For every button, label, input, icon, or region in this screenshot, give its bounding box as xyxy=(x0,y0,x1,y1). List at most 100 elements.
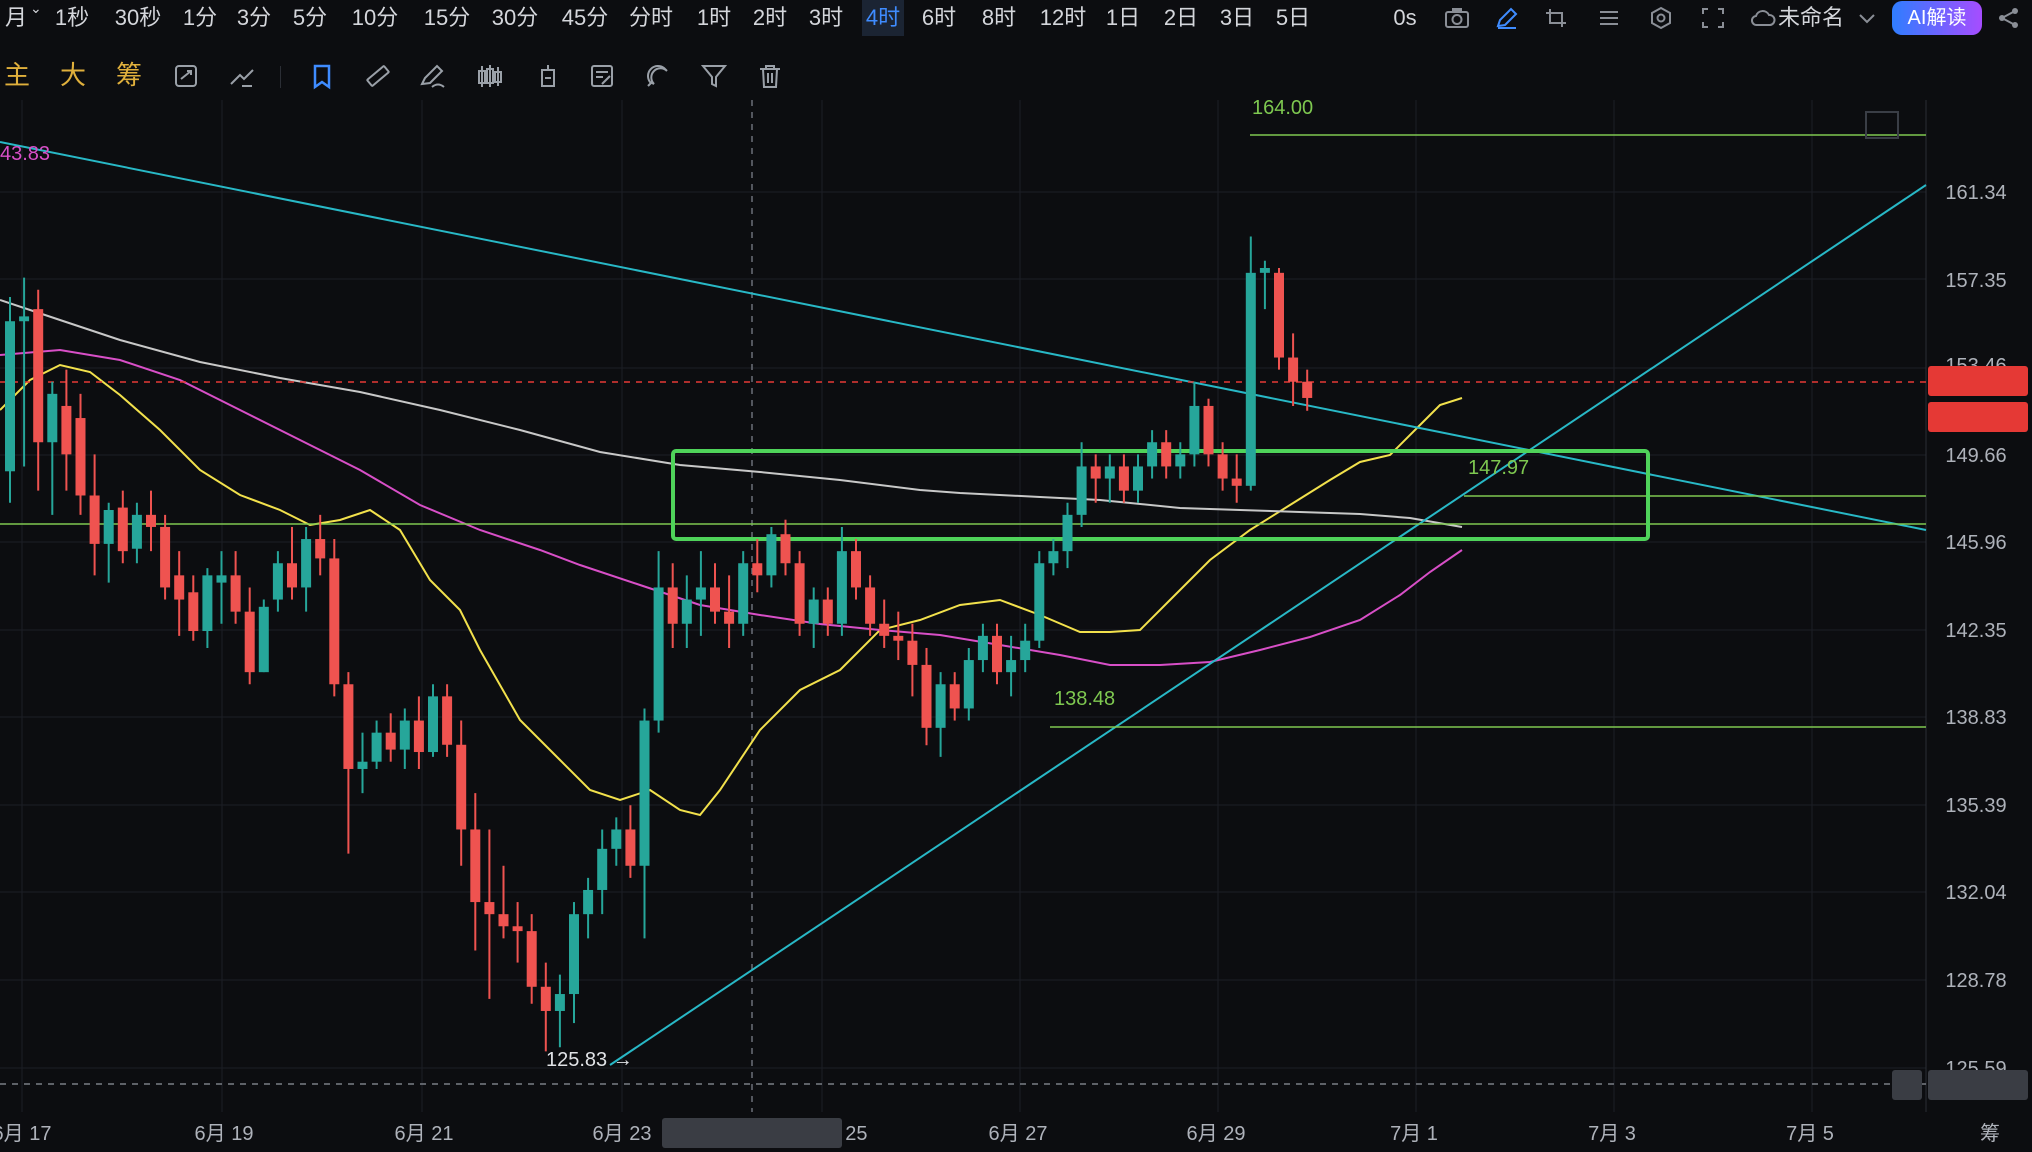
candle-06-18 12 xyxy=(202,568,213,648)
interval-14[interactable]: 4时 xyxy=(862,0,904,36)
x-tick-0: 6月 17 xyxy=(0,1123,51,1145)
candle-06-22 04 xyxy=(512,902,523,963)
candle-body xyxy=(89,495,100,544)
candle-body xyxy=(1302,381,1313,398)
magnet-icon[interactable] xyxy=(644,62,672,90)
candle-06-24 20 xyxy=(738,551,749,636)
settings-icon[interactable] xyxy=(1648,6,1674,30)
interval-13[interactable]: 3时 xyxy=(806,0,846,36)
candle-body xyxy=(371,732,382,762)
candle-body xyxy=(385,732,396,750)
interval-5[interactable]: 5分 xyxy=(290,0,330,36)
candle-body xyxy=(174,575,185,600)
candle-06-21 16 xyxy=(470,793,481,951)
interval-17[interactable]: 12时 xyxy=(1036,0,1090,36)
interval-20[interactable]: 3日 xyxy=(1216,0,1258,36)
candle-06-18 00 xyxy=(160,514,171,600)
candle-body xyxy=(160,526,171,588)
candle-body xyxy=(315,539,326,559)
interval-18[interactable]: 1日 xyxy=(1102,0,1144,36)
list-icon[interactable] xyxy=(1596,6,1622,30)
candle-06-25 08 xyxy=(780,519,791,576)
top-bar: 月 ⌄ 1秒 30秒 1分 3分 5分 10分 15分 30分 45分 分时 1时 2时 3时 4时 6时 8时 1… xyxy=(0,0,2032,36)
candle-06-25 16 xyxy=(808,587,819,648)
interval-15[interactable]: 6时 xyxy=(918,0,960,36)
ascending-trendline xyxy=(609,184,1927,1066)
delete-bar-icon[interactable] xyxy=(534,62,562,90)
candle-body xyxy=(470,829,481,903)
candle-06-26 16 xyxy=(893,611,904,661)
share-icon[interactable] xyxy=(1996,6,2022,30)
candle-06-28 08 xyxy=(1034,551,1045,648)
interval-7[interactable]: 15分 xyxy=(420,0,474,36)
min-price-label: 125.83 → xyxy=(546,1049,633,1071)
candle-06-29 12 xyxy=(1133,454,1143,503)
cloud-icon[interactable] xyxy=(1750,6,1776,30)
camera-icon[interactable] xyxy=(1444,6,1470,30)
interval-21[interactable]: 5日 xyxy=(1272,0,1314,36)
ruler-icon[interactable] xyxy=(364,62,392,90)
main-chart-button[interactable]: 主 xyxy=(0,56,34,94)
candle-body xyxy=(724,611,735,624)
interval-12[interactable]: 2时 xyxy=(750,0,790,36)
chips-button[interactable]: 筹 xyxy=(112,56,146,94)
candle-06-21 08 xyxy=(442,684,453,757)
candle-06-23 16 xyxy=(639,708,650,939)
interval-6[interactable]: 10分 xyxy=(348,0,402,36)
bookmark-icon[interactable] xyxy=(308,62,336,90)
note-icon[interactable] xyxy=(588,62,616,90)
candle-body xyxy=(1245,272,1256,486)
candle-06-27 08 xyxy=(949,672,960,721)
crop-icon[interactable] xyxy=(1544,6,1570,30)
candle-06-21 20 xyxy=(484,829,495,999)
interval-11[interactable]: 1时 xyxy=(694,0,734,36)
candle-body xyxy=(695,587,706,600)
filter-icon[interactable] xyxy=(700,62,728,90)
candle-06-17 04 xyxy=(89,454,100,576)
candle-06-30 00 xyxy=(1175,442,1186,479)
candle-body xyxy=(357,761,368,769)
ai-interpret-button[interactable]: AI解读 xyxy=(1892,1,1982,35)
big-order-button[interactable]: 大 xyxy=(56,56,90,94)
interval-0[interactable]: 月 xyxy=(0,0,32,36)
candle-body xyxy=(611,829,622,849)
candle-06-24 08 xyxy=(695,551,706,636)
candle-body xyxy=(5,321,15,472)
layout-name[interactable]: 未命名 xyxy=(1778,0,1858,36)
candle-body xyxy=(554,994,565,1011)
interval-9[interactable]: 45分 xyxy=(558,0,612,36)
candle-06-19 08 xyxy=(272,551,283,612)
trash-icon[interactable] xyxy=(756,62,784,90)
refresh-icon[interactable] xyxy=(172,62,200,90)
interval-16[interactable]: 8时 xyxy=(976,0,1022,36)
interval-10[interactable]: 分时 xyxy=(626,0,676,36)
brush-icon[interactable] xyxy=(418,62,446,90)
pen-icon[interactable] xyxy=(1494,6,1520,30)
interval-2[interactable]: 30秒 xyxy=(110,0,166,36)
current-price-tag xyxy=(1928,366,2028,396)
candle-body xyxy=(413,720,424,753)
candle-body xyxy=(540,986,551,1011)
candle-06-22 12 xyxy=(540,962,551,1052)
interval-8[interactable]: 30分 xyxy=(488,0,542,36)
y-tick-9: 128.78 xyxy=(1945,970,2006,992)
candle-body xyxy=(512,926,523,932)
chevron-down-icon[interactable]: ⌄ xyxy=(30,0,42,17)
candles-icon[interactable] xyxy=(476,62,504,90)
interval-3[interactable]: 1分 xyxy=(180,0,220,36)
interval-4[interactable]: 3分 xyxy=(234,0,274,36)
fullscreen-icon[interactable] xyxy=(1700,6,1726,30)
chart-grid xyxy=(0,100,2032,1152)
replay-label[interactable]: 0s xyxy=(1380,0,1430,36)
interval-19[interactable]: 2日 xyxy=(1160,0,1202,36)
chevron-down-icon[interactable] xyxy=(1854,6,1880,30)
candle-06-30 20 xyxy=(1245,236,1256,491)
candle-06-16 12 xyxy=(33,289,44,491)
candle-body xyxy=(216,575,227,583)
interval-1[interactable]: 1秒 xyxy=(50,0,94,36)
candle-06-23 00 xyxy=(583,877,594,939)
candle-body xyxy=(794,563,805,624)
candlestick-chart[interactable]: 164.00 43.83 147.97 138.48 125.83 → 161.34 157… xyxy=(0,100,2032,1152)
candle-body xyxy=(992,635,1002,673)
line-tool-icon[interactable] xyxy=(228,62,256,90)
